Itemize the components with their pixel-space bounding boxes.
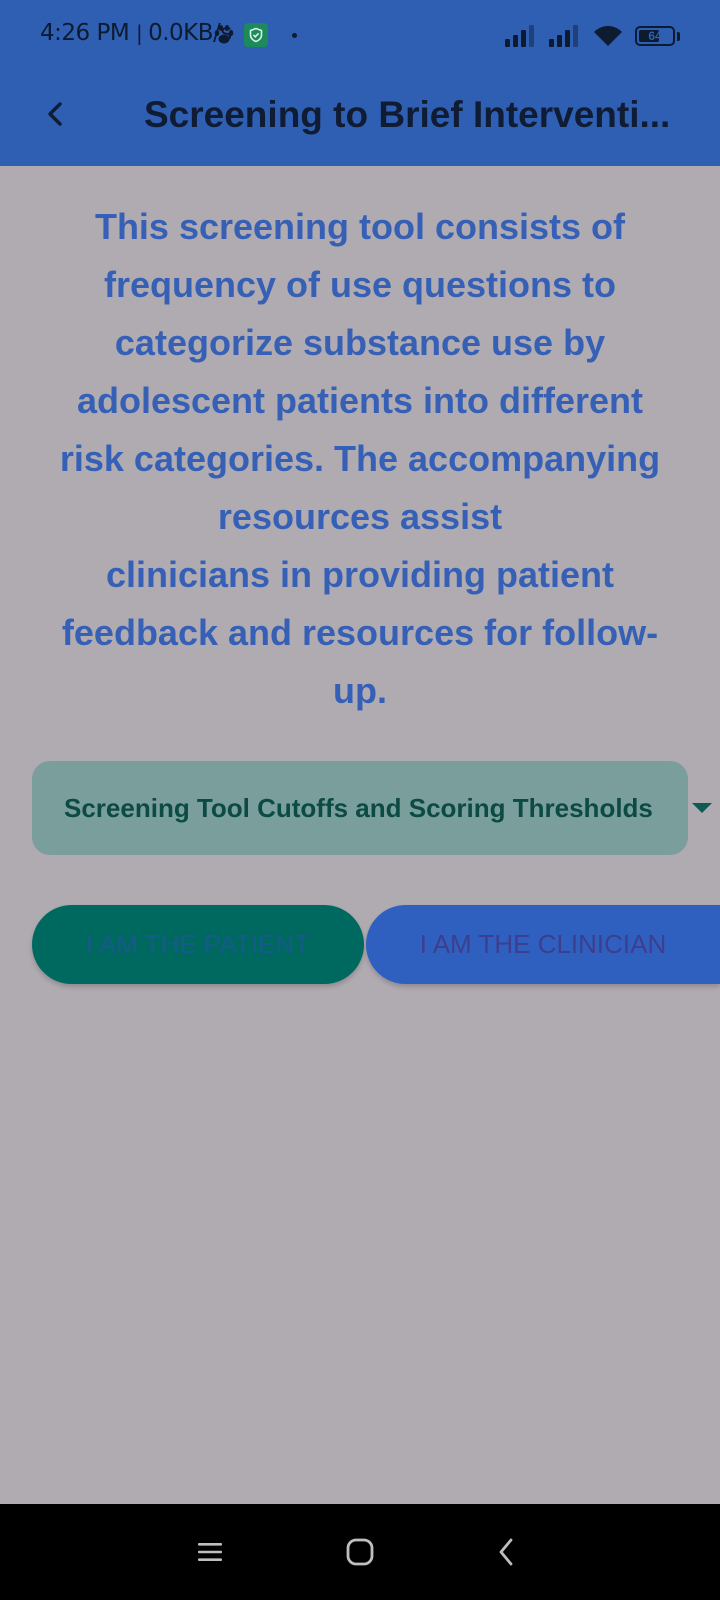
- intro-line: up.: [333, 670, 387, 711]
- status-time-and-speed: 4:26 PM | 0.0KB/s: [40, 20, 232, 46]
- intro-line: feedback and resources for follow-: [61, 612, 659, 653]
- patient-button[interactable]: I AM THE PATIENT: [32, 905, 364, 984]
- back-arrow-icon: [48, 102, 62, 126]
- battery-level: 64: [648, 29, 662, 43]
- intro-line: risk categories. The accompanying: [59, 438, 661, 479]
- home-icon: [346, 1538, 374, 1566]
- menu-icon: [198, 1543, 222, 1561]
- status-bar: 4:26 PM | 0.0KB/s 64: [0, 0, 720, 70]
- paw-icon: [214, 25, 234, 44]
- clinician-button[interactable]: I AM THE CLINICIAN: [366, 905, 720, 984]
- page-title: Screening to Brief Interventi...: [144, 94, 671, 135]
- caret-down-icon[interactable]: [692, 803, 712, 813]
- intro-line: categorize substance use by: [114, 322, 606, 363]
- intro-line: resources assist: [217, 496, 503, 537]
- dot-icon: [292, 32, 297, 38]
- recent-apps-button[interactable]: [186, 1528, 234, 1576]
- wifi-icon: [594, 26, 622, 46]
- app-bar: Screening to Brief Interventi...: [0, 70, 720, 166]
- home-button[interactable]: [336, 1528, 384, 1576]
- intro-paragraph: This screening tool consists of frequenc…: [30, 198, 690, 720]
- signal-icon: [505, 25, 534, 47]
- intro-line: frequency of use questions to: [103, 264, 617, 305]
- intro-line: clinicians in providing patient: [105, 554, 615, 595]
- system-nav-bar: [0, 1504, 720, 1600]
- shield-check-icon: [244, 23, 268, 47]
- scoring-thresholds-dropdown[interactable]: Screening Tool Cutoffs and Scoring Thres…: [32, 761, 688, 855]
- intro-line: adolescent patients into different: [76, 380, 644, 421]
- battery-cap: [677, 31, 680, 41]
- status-divider: |: [136, 21, 149, 45]
- status-icons-left: [212, 20, 297, 50]
- back-icon: [499, 1538, 513, 1566]
- back-button[interactable]: [30, 88, 82, 140]
- signal-icon: [549, 25, 578, 47]
- status-time: 4:26 PM: [40, 20, 130, 46]
- nav-back-button[interactable]: [482, 1528, 530, 1576]
- dropdown-label: Screening Tool Cutoffs and Scoring Thres…: [64, 793, 653, 823]
- status-icons-right: 64: [505, 22, 680, 50]
- intro-line: This screening tool consists of: [94, 206, 626, 247]
- header: 4:26 PM | 0.0KB/s 64 Screening to Brief …: [0, 0, 720, 166]
- battery-icon: 64: [635, 26, 675, 46]
